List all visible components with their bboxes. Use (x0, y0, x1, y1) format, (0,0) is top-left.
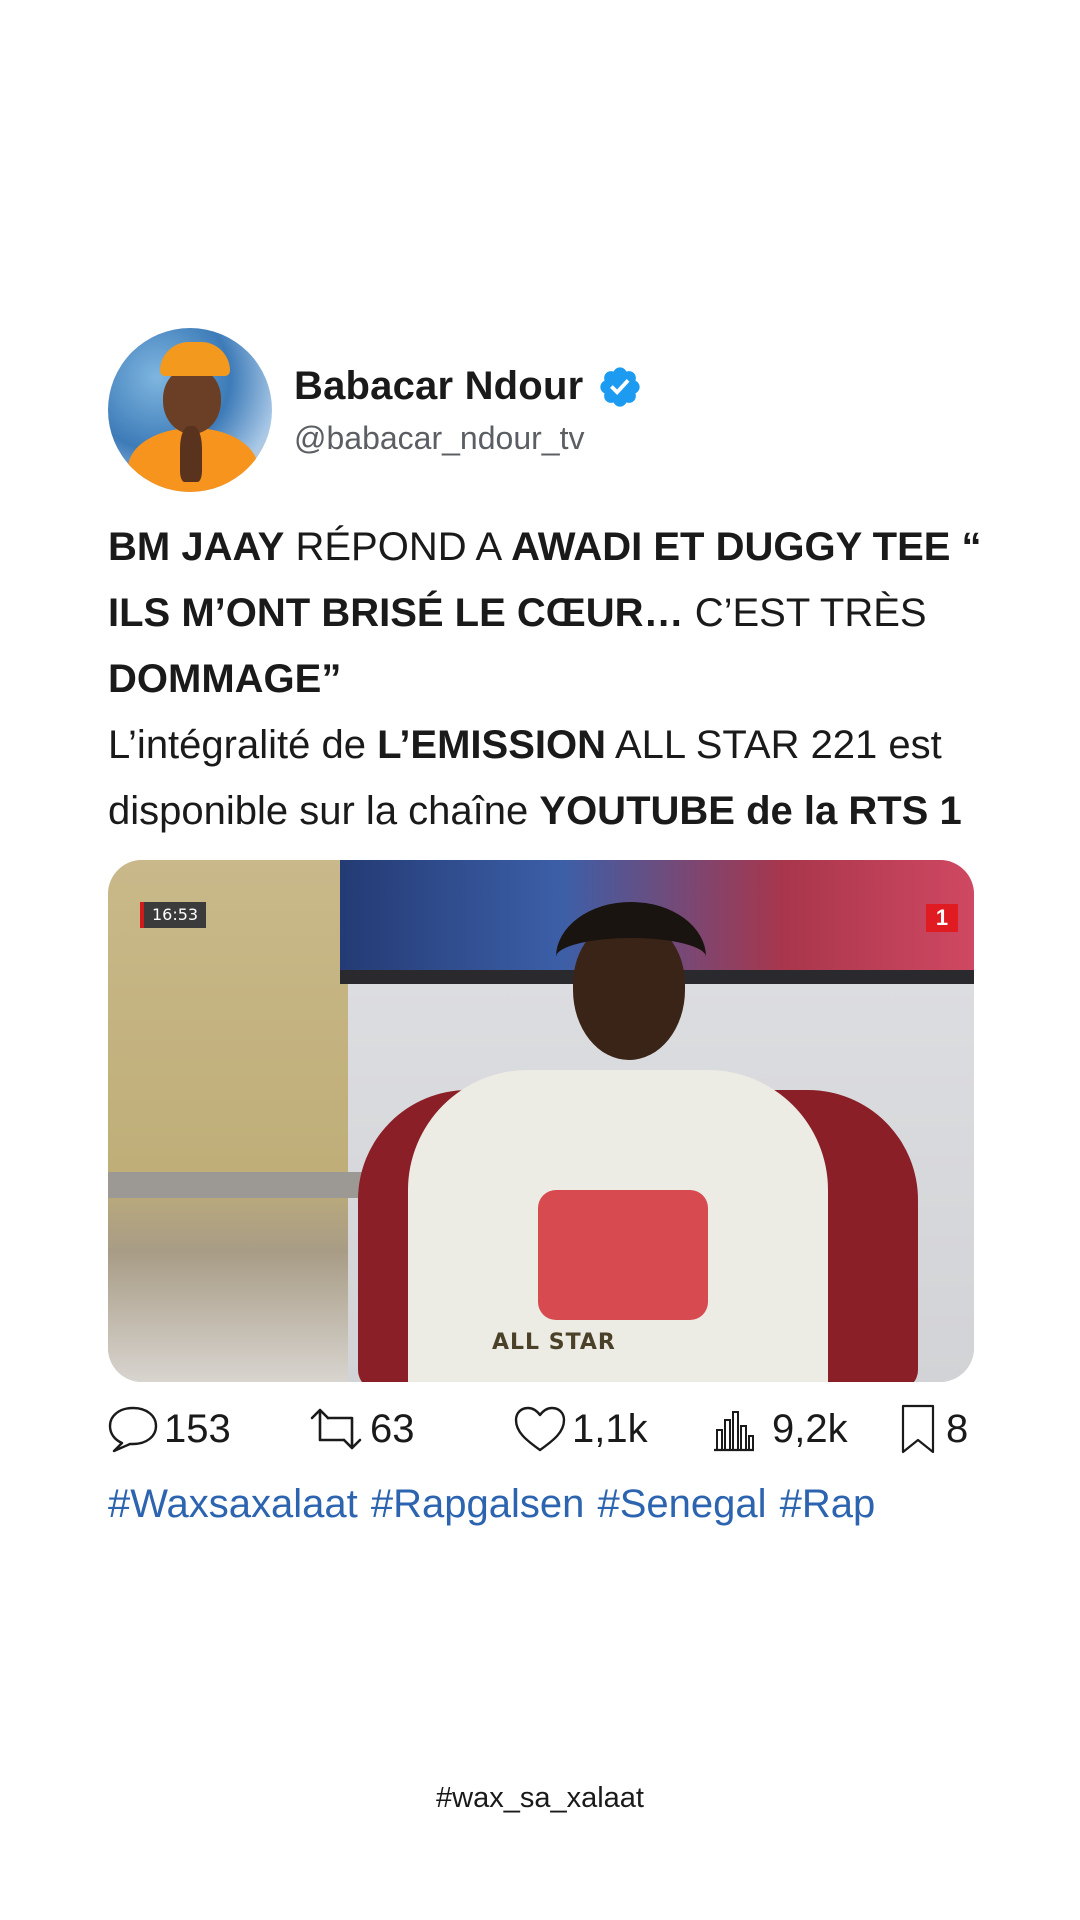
author-identity: Babacar Ndour @babacar_ndour_tv (294, 364, 643, 457)
video-watermark: ALL STAR (492, 1330, 616, 1355)
post-text-segment: L’intégralité de (108, 723, 378, 767)
verified-badge-icon (597, 364, 643, 410)
post-text-segment: BM JAAY (108, 525, 285, 569)
post-card: Babacar Ndour @babacar_ndour_tv BM JAAY … (108, 328, 988, 1527)
views-button[interactable]: 9,2k (710, 1402, 848, 1456)
post-text-segment: C’EST TRÈS (683, 591, 927, 635)
video-timestamp: 16:53 (140, 902, 207, 928)
hashtags[interactable]: #Waxsaxalaat #Rapgalsen #Senegal #Rap (108, 1482, 988, 1527)
repost-count: 63 (370, 1406, 415, 1451)
post-text-segment: YOUTUBE de la RTS 1 (539, 789, 962, 833)
reply-button[interactable]: 153 (106, 1402, 231, 1456)
post-header: Babacar Ndour @babacar_ndour_tv (108, 328, 988, 492)
repost-icon (306, 1404, 366, 1454)
like-count: 1,1k (572, 1406, 648, 1451)
repost-button[interactable]: 63 (306, 1402, 415, 1456)
post-text-segment: RÉPOND A (284, 525, 512, 569)
post-text: BM JAAY RÉPOND A AWADI ET DUGGY TEE “ IL… (108, 514, 988, 844)
channel-logo-icon: 1 (926, 904, 958, 932)
heart-icon (512, 1404, 568, 1454)
author-handle[interactable]: @babacar_ndour_tv (294, 420, 643, 457)
reply-count: 153 (164, 1406, 231, 1451)
avatar[interactable] (108, 328, 272, 492)
author-name-row: Babacar Ndour (294, 364, 643, 410)
post-text-segment: L’EMISSION (377, 723, 607, 767)
views-count: 9,2k (772, 1406, 848, 1451)
bar-chart-icon (710, 1404, 758, 1454)
footer-hashtag: #wax_sa_xalaat (436, 1782, 644, 1814)
post-video-thumbnail[interactable]: 16:53 1 ALL STAR (108, 860, 974, 1382)
bookmark-button[interactable]: 8 (898, 1402, 968, 1456)
like-button[interactable]: 1,1k (512, 1402, 648, 1456)
bookmark-count: 8 (946, 1406, 969, 1451)
author-display-name[interactable]: Babacar Ndour (294, 364, 583, 409)
bookmark-icon (898, 1402, 938, 1456)
action-bar: 153 63 1,1k 9,2k 8 (108, 1402, 988, 1456)
reply-icon (106, 1404, 160, 1454)
post-text-segment: DOMMAGE” (108, 657, 342, 701)
